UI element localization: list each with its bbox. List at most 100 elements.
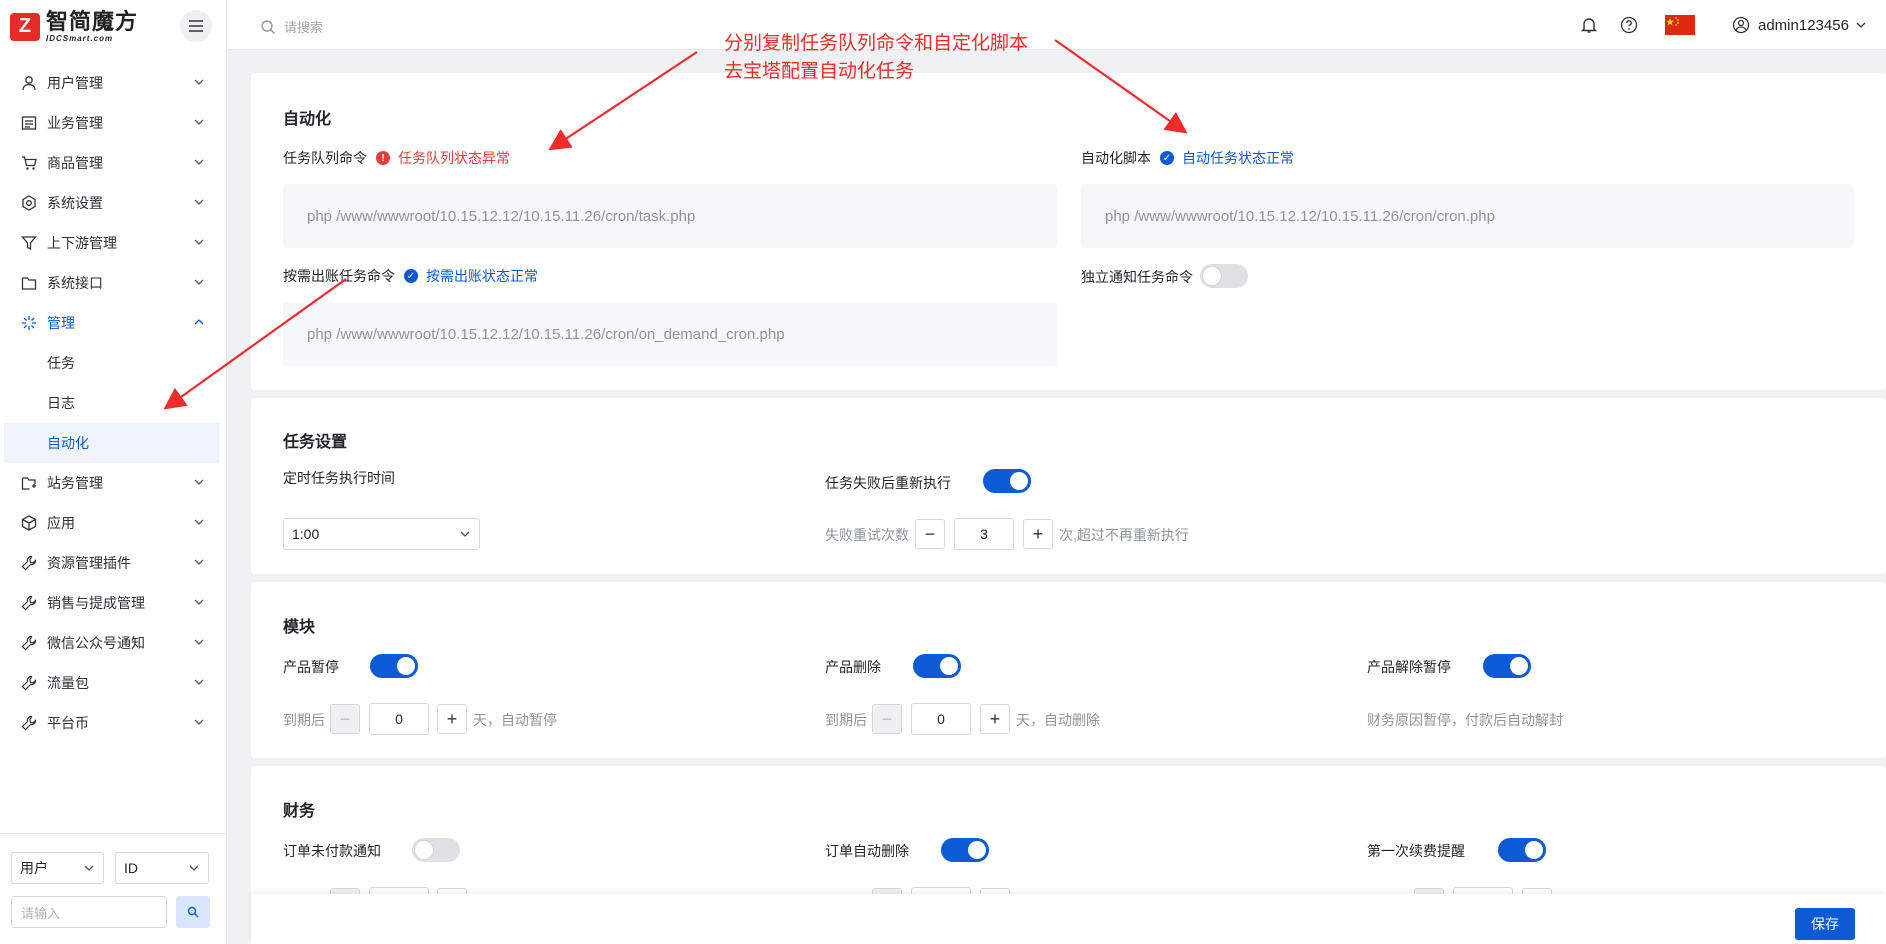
queue-command-label: 任务队列命令	[283, 150, 367, 166]
schedule-time-select[interactable]: 1:00	[283, 518, 480, 550]
chevron-down-icon	[194, 479, 204, 485]
delete-label: 产品删除	[825, 659, 881, 675]
sidebar-item-resource-plugins[interactable]: 资源管理插件	[0, 543, 227, 583]
global-search-input[interactable]: 请搜索	[284, 17, 323, 36]
sidebar-search-button[interactable]	[176, 896, 210, 928]
chevron-down-icon	[194, 599, 204, 605]
sidebar-item-label: 平台币	[47, 715, 89, 731]
bell-icon	[1580, 18, 1598, 33]
sidebar-item-business[interactable]: 业务管理	[0, 103, 227, 143]
logo-icon: Z	[10, 12, 40, 41]
chevron-down-icon	[194, 719, 204, 725]
help-icon	[1620, 16, 1638, 34]
unpaid-notice-toggle[interactable]	[412, 838, 460, 862]
sidebar: Z 智简魔方 IDCSmart.com 用户管理 业务管理 商品管理 系统设置	[0, 0, 227, 944]
annotation-line-1: 分别复制任务队列命令和自定化脚本	[724, 33, 1029, 54]
sidebar-item-station[interactable]: 站务管理	[0, 463, 227, 503]
filter-icon	[20, 234, 38, 252]
retry-decrement-button[interactable]: −	[915, 519, 945, 549]
suspend-decrement-button[interactable]: −	[330, 704, 360, 734]
automation-script-field[interactable]: php /www/wwwroot/10.15.12.12/10.15.11.26…	[1081, 184, 1854, 248]
billing-command-field[interactable]: php /www/wwwroot/10.15.12.12/10.15.11.26…	[283, 302, 1057, 366]
notify-command-label: 独立通知任务命令	[1081, 269, 1193, 285]
check-circle-icon: ✓	[1160, 151, 1174, 165]
sidebar-item-user[interactable]: 用户管理	[0, 63, 227, 103]
wrench-icon	[20, 594, 38, 612]
type-select[interactable]: 用户	[11, 852, 104, 884]
footer-bar: 保存	[251, 894, 1886, 944]
help-button[interactable]	[1620, 0, 1638, 50]
sidebar-item-label: 销售与提成管理	[47, 595, 145, 611]
suspend-days-input[interactable]: 0	[369, 703, 429, 735]
delete-increment-button[interactable]: +	[980, 704, 1010, 734]
sidebar-search-input[interactable]: 请输入	[11, 896, 167, 928]
unsuspend-label: 产品解除暂停	[1367, 659, 1451, 675]
module-title: 模块	[283, 619, 316, 636]
chevron-down-icon	[194, 79, 204, 85]
sidebar-subitem-logs[interactable]: 日志	[0, 383, 227, 423]
global-search[interactable]: 请搜索	[260, 17, 323, 36]
chevron-down-icon	[194, 519, 204, 525]
sidebar-item-upstream[interactable]: 上下游管理	[0, 223, 227, 263]
delete-suffix: 天，自动删除	[1016, 712, 1100, 728]
wrench-icon	[20, 674, 38, 692]
task-settings-card: 任务设置 定时任务执行时间 1:00 任务失败后重新执行 失败重试次数 − 3 …	[251, 398, 1886, 574]
notification-button[interactable]	[1580, 0, 1598, 50]
sidebar-item-label: 管理	[47, 315, 75, 331]
field-select-value: ID	[124, 860, 138, 876]
brand-name: 智简魔方	[46, 9, 139, 34]
sidebar-item-platform-coin[interactable]: 平台币	[0, 703, 227, 743]
unsuspend-toggle[interactable]	[1483, 654, 1531, 678]
notify-command-toggle[interactable]	[1200, 264, 1248, 288]
annotation-text: 分别复制任务队列命令和自定化脚本 去宝塔配置自动化任务	[724, 30, 1028, 86]
sidebar-item-sales[interactable]: 销售与提成管理	[0, 583, 227, 623]
chevron-down-icon	[1856, 22, 1866, 28]
chevron-down-icon	[460, 531, 470, 537]
sidebar-item-system-api[interactable]: 系统接口	[0, 263, 227, 303]
retry-label: 任务失败后重新执行	[825, 475, 951, 491]
sidebar-item-wechat[interactable]: 微信公众号通知	[0, 623, 227, 663]
sidebar-subitem-automation[interactable]: 自动化	[4, 423, 219, 463]
username: admin123456	[1758, 16, 1849, 34]
delete-toggle[interactable]	[913, 654, 961, 678]
sidebar-item-label: 业务管理	[47, 115, 103, 131]
hamburger-icon	[189, 20, 203, 32]
sidebar-item-label: 资源管理插件	[47, 555, 131, 571]
auto-delete-toggle[interactable]	[941, 838, 989, 862]
automation-title: 自动化	[283, 111, 332, 128]
suspend-increment-button[interactable]: +	[437, 704, 467, 734]
queue-command-field[interactable]: php /www/wwwroot/10.15.12.12/10.15.11.26…	[283, 184, 1057, 248]
language-switch[interactable]	[1665, 0, 1695, 50]
sidebar-item-products[interactable]: 商品管理	[0, 143, 227, 183]
check-circle-icon: ✓	[404, 269, 418, 283]
retry-increment-button[interactable]: +	[1023, 519, 1053, 549]
sidebar-item-label: 站务管理	[47, 475, 103, 491]
save-button[interactable]: 保存	[1795, 908, 1855, 940]
brand-logo[interactable]: Z 智简魔方 IDCSmart.com	[10, 10, 138, 43]
delete-days-input[interactable]: 0	[911, 703, 971, 735]
user-menu[interactable]: admin123456	[1732, 0, 1867, 50]
queue-status-text: 任务队列状态异常	[398, 150, 510, 166]
billing-command-label: 按需出账任务命令	[283, 268, 395, 284]
brand-domain: IDCSmart.com	[46, 34, 114, 43]
script-status: ✓ 自动任务状态正常	[1160, 148, 1294, 168]
retry-toggle[interactable]	[983, 469, 1031, 493]
cube-icon	[20, 514, 38, 532]
sidebar-item-label: 用户管理	[47, 75, 103, 91]
chevron-down-icon	[194, 639, 204, 645]
field-select[interactable]: ID	[115, 852, 209, 884]
sidebar-item-label: 微信公众号通知	[47, 635, 145, 651]
delete-decrement-button[interactable]: −	[872, 704, 902, 734]
renew-reminder-label: 第一次续费提醒	[1367, 843, 1465, 859]
chevron-down-icon	[194, 559, 204, 565]
suspend-toggle[interactable]	[370, 654, 418, 678]
sidebar-item-apps[interactable]: 应用	[0, 503, 227, 543]
settings-icon	[20, 194, 38, 212]
sidebar-item-system-settings[interactable]: 系统设置	[0, 183, 227, 223]
sidebar-item-management[interactable]: 管理	[0, 303, 227, 343]
sidebar-subitem-tasks[interactable]: 任务	[0, 343, 227, 383]
sidebar-item-traffic[interactable]: 流量包	[0, 663, 227, 703]
menu-toggle-button[interactable]	[180, 10, 212, 42]
retry-count-input[interactable]: 3	[954, 518, 1014, 550]
renew-reminder-toggle[interactable]	[1498, 838, 1546, 862]
